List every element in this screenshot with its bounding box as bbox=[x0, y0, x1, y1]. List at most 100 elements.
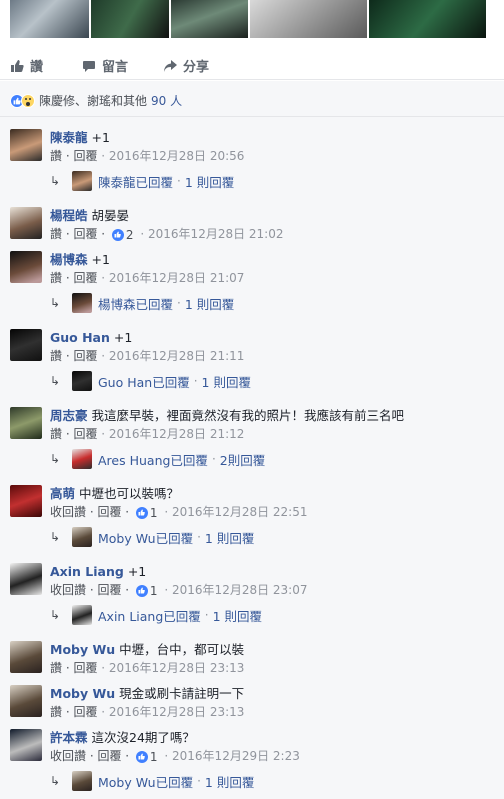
comment-author[interactable]: 周志豪 bbox=[50, 408, 88, 423]
comment-actions[interactable]: 讚 · 回覆 bbox=[50, 427, 97, 441]
post-photo[interactable] bbox=[170, 0, 249, 38]
like-button[interactable]: 讚 bbox=[10, 56, 43, 75]
comment-actions[interactable]: 讚 · 回覆 · bbox=[50, 227, 105, 241]
comment-like-count[interactable]: 2 bbox=[111, 226, 134, 244]
comment-author[interactable]: Guo Han bbox=[50, 330, 110, 345]
comment-timestamp[interactable]: 2016年12月28日 22:51 bbox=[172, 505, 307, 519]
avatar[interactable] bbox=[10, 129, 42, 161]
comment-timestamp[interactable]: 2016年12月28日 21:12 bbox=[109, 427, 244, 441]
reply-author[interactable]: Ares Huang已回覆 bbox=[98, 450, 208, 469]
reply-arrow-icon: ↳ bbox=[50, 374, 61, 388]
reply-author[interactable]: Guo Han已回覆 bbox=[98, 372, 190, 391]
comment-like-count[interactable]: 1 bbox=[135, 748, 158, 766]
comment-timestamp[interactable]: 2016年12月29日 2:23 bbox=[172, 749, 300, 763]
reply-author[interactable]: 楊博森已回覆 bbox=[98, 294, 173, 313]
reactions-names[interactable]: 陳慶修、謝瑤和其他 bbox=[39, 92, 147, 109]
like-badge-icon bbox=[135, 506, 148, 519]
comment-text: 現金或刷卡請註明一下 bbox=[119, 686, 245, 701]
comment-text: 中壢，台中，都可以裝 bbox=[119, 642, 245, 657]
reply-avatar bbox=[72, 449, 92, 469]
post-photo[interactable] bbox=[91, 0, 169, 38]
photo-strip bbox=[10, 0, 487, 38]
comment-text: 這次沒24期了嗎？ bbox=[91, 730, 195, 745]
comment-actions[interactable]: 讚 · 回覆 bbox=[50, 149, 97, 163]
like-badge-icon bbox=[135, 584, 148, 597]
share-label: 分享 bbox=[183, 60, 210, 75]
reply-avatar bbox=[72, 771, 92, 791]
comment-author[interactable]: 許本霖 bbox=[50, 730, 88, 745]
thumbs-up-icon bbox=[11, 59, 24, 72]
reply-arrow-icon: ↳ bbox=[50, 608, 61, 622]
reply-count[interactable]: 2則回覆 bbox=[220, 450, 265, 469]
reactions-count[interactable]: 90 人 bbox=[151, 92, 182, 109]
comment-button[interactable]: 留言 bbox=[82, 56, 128, 75]
post-action-bar: 讚 留言 分享 bbox=[0, 52, 504, 80]
comment-timestamp[interactable]: 2016年12月28日 20:56 bbox=[109, 149, 244, 163]
reply-author[interactable]: 陳泰龍已回覆 bbox=[98, 172, 173, 191]
comment-timestamp[interactable]: 2016年12月28日 23:13 bbox=[109, 705, 244, 719]
reply-author[interactable]: Axin Liang已回覆 bbox=[98, 606, 201, 625]
comment-like-count[interactable]: 1 bbox=[135, 504, 158, 522]
comment-actions[interactable]: 讚 · 回覆 bbox=[50, 705, 97, 719]
reply-count[interactable]: 1 則回覆 bbox=[202, 372, 251, 391]
avatar[interactable] bbox=[10, 641, 42, 673]
reply-count[interactable]: 1 則回覆 bbox=[205, 772, 254, 791]
reply-author[interactable]: Moby Wu已回覆 bbox=[98, 772, 193, 791]
post-photo[interactable] bbox=[250, 0, 368, 38]
reply-summary[interactable]: ↳ Moby Wu已回覆 · 1 則回覆 bbox=[50, 527, 254, 547]
comment-actions[interactable]: 讚 · 回覆 bbox=[50, 349, 97, 363]
comment-author[interactable]: 陳泰龍 bbox=[50, 130, 88, 145]
post-photo[interactable] bbox=[369, 0, 487, 38]
like-badge-icon bbox=[111, 228, 124, 241]
comment-actions[interactable]: 收回讚 · 回覆 · bbox=[50, 583, 129, 597]
comment-author[interactable]: 高萌 bbox=[50, 486, 75, 501]
reply-author[interactable]: Moby Wu已回覆 bbox=[98, 528, 193, 547]
reply-arrow-icon: ↳ bbox=[50, 530, 61, 544]
comment-like-count[interactable]: 1 bbox=[135, 582, 158, 600]
comment-actions[interactable]: 收回讚 · 回覆 · bbox=[50, 749, 129, 763]
comment-timestamp[interactable]: 2016年12月28日 21:07 bbox=[109, 271, 244, 285]
comment-timestamp[interactable]: 2016年12月28日 21:02 bbox=[148, 227, 283, 241]
comment-timestamp[interactable]: 2016年12月28日 21:11 bbox=[109, 349, 244, 363]
avatar[interactable] bbox=[10, 729, 42, 761]
reply-summary[interactable]: ↳ 楊博森已回覆 · 1 則回覆 bbox=[50, 293, 234, 313]
reply-count[interactable]: 1 則回覆 bbox=[205, 528, 254, 547]
reply-count[interactable]: 1 則回覆 bbox=[185, 294, 234, 313]
avatar[interactable] bbox=[10, 485, 42, 517]
reactions-summary[interactable]: 陳慶修、謝瑤和其他 90 人 bbox=[10, 92, 182, 109]
reply-summary[interactable]: ↳ Guo Han已回覆 · 1 則回覆 bbox=[50, 371, 251, 391]
avatar[interactable] bbox=[10, 207, 42, 239]
reply-count[interactable]: 1 則回覆 bbox=[213, 606, 262, 625]
reply-avatar bbox=[72, 293, 92, 313]
avatar[interactable] bbox=[10, 407, 42, 439]
divider bbox=[0, 116, 504, 117]
comment-timestamp[interactable]: 2016年12月28日 23:07 bbox=[172, 583, 307, 597]
reply-avatar bbox=[72, 171, 92, 191]
comment-author[interactable]: Axin Liang bbox=[50, 564, 124, 579]
comment-author[interactable]: 楊博森 bbox=[50, 252, 88, 267]
comment-timestamp[interactable]: 2016年12月28日 23:13 bbox=[109, 661, 244, 675]
avatar[interactable] bbox=[10, 563, 42, 595]
avatar[interactable] bbox=[10, 685, 42, 717]
comment-text: +1 bbox=[127, 564, 147, 579]
share-button[interactable]: 分享 bbox=[163, 56, 209, 75]
reply-summary[interactable]: ↳ 陳泰龍已回覆 · 1 則回覆 bbox=[50, 171, 234, 191]
reply-count[interactable]: 1 則回覆 bbox=[185, 172, 234, 191]
comment-actions[interactable]: 讚 · 回覆 bbox=[50, 271, 97, 285]
comment-icon bbox=[83, 60, 95, 72]
comment-author[interactable]: 楊程皓 bbox=[50, 208, 88, 223]
reply-summary[interactable]: ↳ Moby Wu已回覆 · 1 則回覆 bbox=[50, 771, 254, 791]
avatar[interactable] bbox=[10, 251, 42, 283]
reply-summary[interactable]: ↳ Axin Liang已回覆 · 1 則回覆 bbox=[50, 605, 262, 625]
comment-actions[interactable]: 讚 · 回覆 bbox=[50, 661, 97, 675]
avatar[interactable] bbox=[10, 329, 42, 361]
comment-actions[interactable]: 收回讚 · 回覆 · bbox=[50, 505, 129, 519]
share-icon bbox=[164, 59, 177, 72]
like-badge-icon bbox=[135, 750, 148, 763]
post-photo[interactable] bbox=[10, 0, 90, 38]
reply-arrow-icon: ↳ bbox=[50, 774, 61, 788]
comment-author[interactable]: Moby Wu bbox=[50, 686, 115, 701]
comment-label: 留言 bbox=[102, 60, 129, 75]
comment-author[interactable]: Moby Wu bbox=[50, 642, 115, 657]
reply-summary[interactable]: ↳ Ares Huang已回覆 · 2則回覆 bbox=[50, 449, 265, 469]
